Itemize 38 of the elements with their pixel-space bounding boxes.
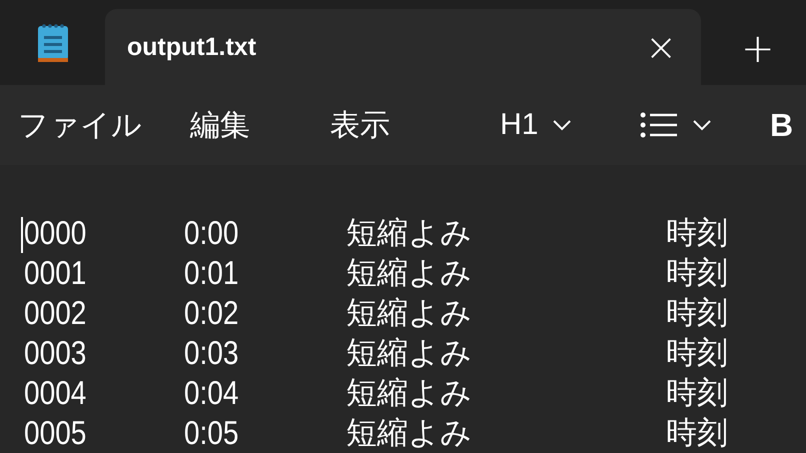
- bold-button[interactable]: B: [770, 106, 794, 144]
- line-text: 短縮よみ: [346, 374, 473, 413]
- line-text: 0:01: [184, 253, 240, 293]
- tab-title: output1.txt: [127, 32, 258, 62]
- line-text: 短縮よみ: [346, 414, 473, 453]
- line-text: 0:04: [184, 373, 240, 413]
- line-text: 時刻: [666, 414, 729, 453]
- close-tab-button[interactable]: ×: [645, 28, 677, 66]
- line-text: 短縮よみ: [346, 214, 473, 253]
- line-text: 短縮よみ: [346, 294, 473, 333]
- heading-dropdown[interactable]: H1: [500, 108, 640, 142]
- line-text: 0:02: [184, 293, 240, 333]
- menu-item[interactable]: 表示: [330, 104, 500, 146]
- line-text: 時刻: [666, 254, 729, 293]
- document-tab[interactable]: output1.txt ×: [105, 9, 701, 85]
- menu-item[interactable]: ファイル: [18, 104, 190, 146]
- line-text: 0:05: [184, 413, 240, 453]
- line-text: 0001: [24, 253, 88, 293]
- line-text: 0002: [24, 293, 88, 333]
- bulleted-list-icon: [640, 112, 678, 138]
- line-text: 0003: [24, 333, 88, 373]
- line-text: 時刻: [666, 294, 729, 333]
- chevron-down-icon: [692, 119, 712, 131]
- text-cursor: [21, 217, 23, 253]
- line-text: 0005: [24, 413, 88, 453]
- chevron-down-icon: [552, 119, 572, 131]
- line-text: 0004: [24, 373, 88, 413]
- line-text: 短縮よみ: [346, 334, 473, 373]
- new-tab-button[interactable]: +: [741, 29, 775, 69]
- line-text: 時刻: [666, 374, 729, 413]
- line-text: 0000: [24, 213, 88, 253]
- line-text: 0:03: [184, 333, 240, 373]
- line-text: 0:00: [184, 213, 240, 253]
- line-text: 短縮よみ: [346, 254, 473, 293]
- notepad-icon: [36, 22, 70, 64]
- line-text: 時刻: [666, 214, 729, 253]
- menu-item[interactable]: 編集: [190, 104, 330, 146]
- line-text: 時刻: [666, 334, 729, 373]
